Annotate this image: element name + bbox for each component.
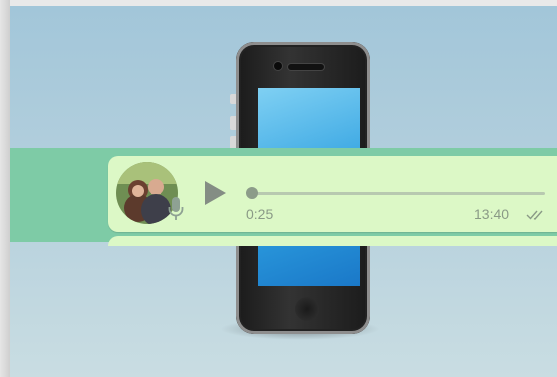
voice-duration: 0:25 [246, 206, 274, 222]
phone-volume-up [230, 116, 236, 130]
phone-home-button [295, 297, 319, 321]
play-icon [205, 181, 226, 205]
audio-progress-track[interactable] [252, 192, 545, 195]
chat-window: 0:25 13:40 [0, 0, 557, 377]
play-button[interactable] [202, 180, 228, 206]
voice-message-bubble[interactable]: 0:25 13:40 [108, 156, 557, 232]
next-message-bubble [108, 236, 557, 246]
phone-camera [274, 62, 282, 70]
window-left-border [0, 0, 10, 377]
double-check-icon [526, 208, 546, 226]
audio-progress-knob[interactable] [246, 187, 258, 199]
message-timestamp: 13:40 [474, 206, 510, 222]
phone-speaker [288, 64, 324, 70]
microphone-icon [168, 196, 184, 227]
phone-mute-switch [230, 94, 236, 104]
